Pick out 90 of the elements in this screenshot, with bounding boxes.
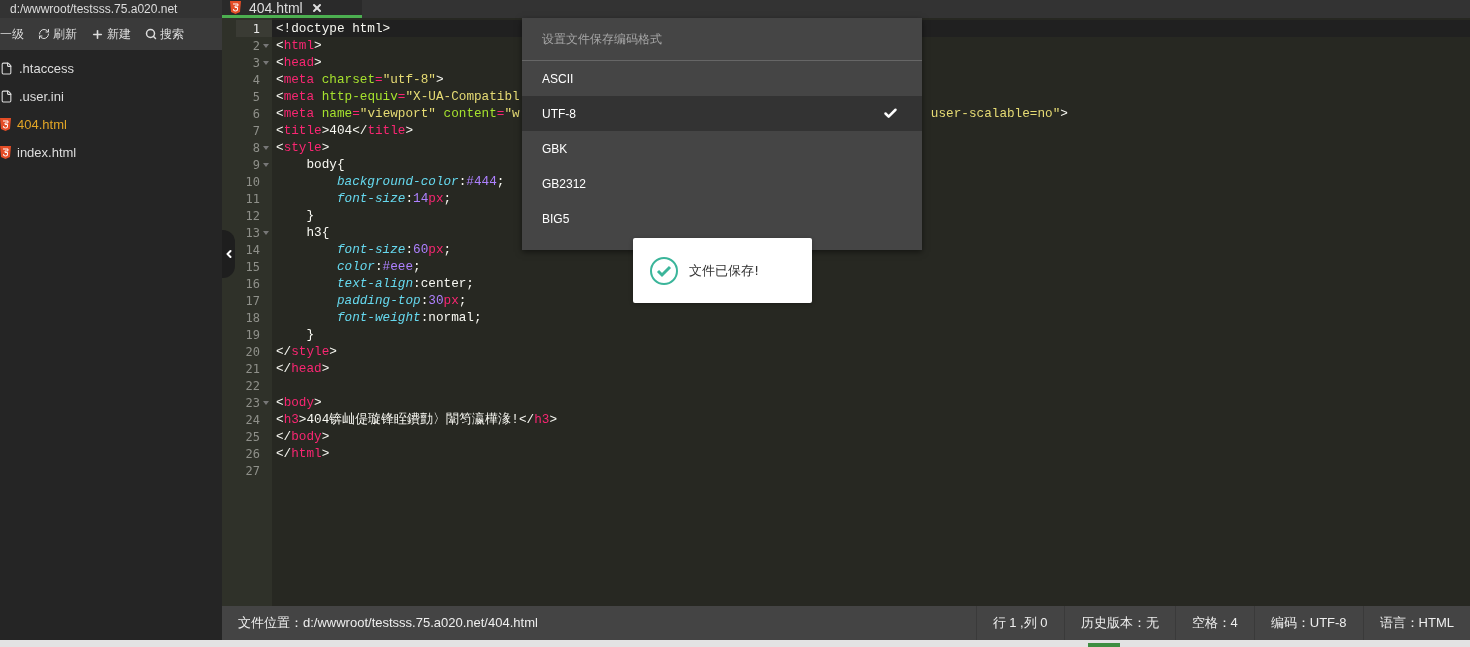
line-number: 25	[244, 428, 261, 445]
toast-message: 文件已保存!	[689, 261, 760, 280]
fold-icon[interactable]	[263, 44, 269, 48]
line-number: 12	[244, 207, 261, 224]
fold-icon[interactable]	[263, 163, 269, 167]
menu-title: 设置文件保存编码格式	[522, 18, 922, 61]
code-line: text-align:center;	[335, 275, 474, 292]
code-line: </head>	[276, 360, 330, 377]
file-icon	[0, 89, 13, 103]
line-number: 10	[244, 173, 261, 190]
file-location: 文件位置：d:/wwwroot/testsss.75.a020.net/404.html	[237, 614, 539, 632]
line-number: 20	[244, 343, 261, 360]
line-number: 23	[236, 394, 272, 411]
scrollbar-thumb[interactable]	[1088, 643, 1120, 647]
new-button[interactable]: 新建	[91, 25, 131, 43]
line-number: 7	[251, 122, 261, 139]
fold-icon[interactable]	[263, 61, 269, 65]
code-line: <body>	[276, 394, 322, 411]
up-button[interactable]: 一级	[0, 25, 24, 43]
line-number: 4	[251, 71, 261, 88]
fold-icon[interactable]	[263, 231, 269, 235]
line-number: 14	[244, 241, 261, 258]
code-line: font-weight:normal;	[335, 309, 482, 326]
code-line: <h3>404锛屾偍璇锋眰鐨勯〉闈笉瀛樺湪!</h3>	[276, 411, 557, 428]
line-number: 2	[236, 37, 272, 54]
code-line: font-size:14px;	[335, 190, 452, 207]
file-tab[interactable]: 404.html	[222, 0, 362, 18]
line-number: 18	[244, 309, 261, 326]
line-number: 9	[236, 156, 272, 173]
line-number: 21	[244, 360, 261, 377]
file-item[interactable]: index.html	[0, 138, 222, 166]
line-number: 11	[244, 190, 261, 207]
code-line: padding-top:30px;	[335, 292, 467, 309]
code-line: <html>	[276, 37, 322, 54]
code-line: </body>	[276, 428, 330, 445]
refresh-button[interactable]: 刷新	[38, 25, 77, 43]
code-line: <!doctype html>	[276, 20, 391, 37]
line-number: 16	[244, 275, 261, 292]
html-file-icon	[230, 1, 241, 14]
code-line: body{	[305, 156, 345, 173]
file-icon	[0, 61, 13, 75]
code-line: <meta http-equiv="X-UA-Compatibl	[276, 88, 520, 105]
code-line: color:#eee;	[335, 258, 421, 275]
menu-item[interactable]: BIG5	[522, 201, 922, 236]
code-text: user-scalable=no">	[930, 105, 1068, 122]
file-item[interactable]: 404.html	[0, 110, 222, 138]
plus-icon	[91, 27, 104, 41]
menu-item[interactable]: GB2312	[522, 166, 922, 201]
code-line: h3{	[305, 224, 330, 241]
line-number: 26	[244, 445, 261, 462]
line-number: 19	[244, 326, 261, 343]
line-number: 13	[236, 224, 272, 241]
code-line: background-color:#444;	[335, 173, 505, 190]
fold-icon[interactable]	[263, 146, 269, 150]
refresh-icon	[38, 28, 50, 40]
code-line: <head>	[276, 54, 322, 71]
search-icon	[145, 28, 157, 40]
close-icon[interactable]	[310, 1, 323, 14]
line-number: 24	[244, 411, 261, 428]
code-line: </style>	[276, 343, 337, 360]
line-number: 6	[251, 105, 261, 122]
html-file-icon	[0, 117, 11, 131]
code-line: <meta name="viewport" content="w	[276, 105, 520, 122]
search-button[interactable]: 搜索	[145, 25, 184, 43]
file-item[interactable]: .user.ini	[0, 82, 222, 110]
line-number: 3	[236, 54, 272, 71]
line-number: 5	[251, 88, 261, 105]
html-file-icon	[0, 145, 11, 159]
menu-item[interactable]: GBK	[522, 131, 922, 166]
file-item[interactable]: .htaccess	[0, 54, 222, 82]
code-line: <style>	[276, 139, 330, 156]
code-line: </html>	[276, 445, 330, 462]
code-line: <meta charset="utf-8">	[276, 71, 444, 88]
code-line: font-size:60px;	[335, 241, 452, 258]
line-number: 27	[244, 462, 261, 479]
menu-item[interactable]: UTF-8	[522, 96, 922, 131]
menu-item[interactable]: ASCII	[522, 61, 922, 96]
code-line: }	[305, 207, 315, 224]
collapse-handle[interactable]	[222, 230, 235, 278]
line-number: 15	[244, 258, 261, 275]
line-number: 17	[244, 292, 261, 309]
code-line: }	[305, 326, 315, 343]
check-circle-icon	[649, 255, 679, 286]
folder-path: d:/wwwroot/testsss.75.a020.net	[0, 0, 222, 18]
line-number: 1	[236, 20, 272, 37]
line-number: 8	[236, 139, 272, 156]
code-line: <title>404</title>	[276, 122, 414, 139]
line-number: 22	[244, 377, 261, 394]
fold-icon[interactable]	[263, 401, 269, 405]
check-icon	[883, 106, 898, 121]
